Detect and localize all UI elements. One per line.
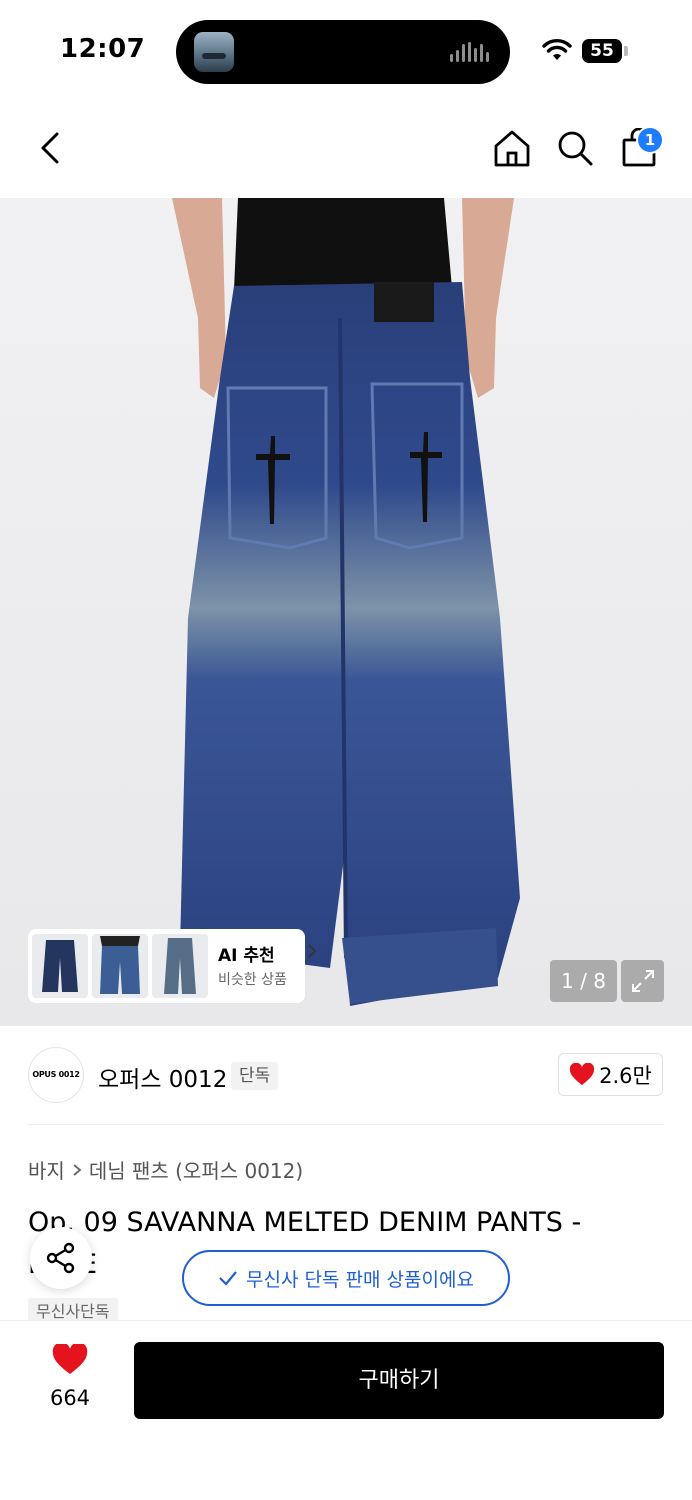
jeans-photo <box>172 198 520 1006</box>
top-navigation <box>0 100 692 198</box>
chevron-right-icon <box>308 944 317 958</box>
battery-icon: 55 <box>582 39 622 63</box>
home-icon <box>494 130 530 167</box>
brand-name[interactable]: 오퍼스 0012 <box>98 1060 227 1094</box>
share-icon <box>46 1242 75 1274</box>
home-button[interactable] <box>490 126 534 170</box>
wifi-icon <box>542 39 572 60</box>
search-button[interactable] <box>553 126 597 170</box>
cart-count-badge: 1 <box>636 126 664 154</box>
exclusive-toast: 무신사 단독 판매 상품이에요 <box>182 1250 510 1306</box>
audio-waveform-icon <box>450 42 489 62</box>
heart-icon <box>570 1062 595 1085</box>
ai-recommend-title: AI 추천 <box>218 946 275 966</box>
ai-thumbnail-3 <box>152 934 208 998</box>
back-button[interactable] <box>28 126 72 170</box>
breadcrumb: 바지 데님 팬츠 (오퍼스 0012) <box>28 1155 303 1184</box>
battery-cap <box>624 46 628 56</box>
now-playing-artwork <box>194 32 234 72</box>
toast-text: 무신사 단독 판매 상품이에요 <box>246 1268 474 1291</box>
ai-recommend-card[interactable]: AI 추천 비슷한 상품 <box>28 929 317 1003</box>
brand-like-button[interactable]: 2.6만 <box>558 1053 663 1096</box>
status-bar: 12:07 55 <box>0 0 692 100</box>
heart-icon <box>52 1342 88 1374</box>
status-time: 12:07 <box>60 34 146 64</box>
breadcrumb-category[interactable]: 바지 <box>28 1155 65 1184</box>
chevron-left-icon <box>41 132 59 164</box>
share-button[interactable] <box>30 1227 92 1289</box>
expand-image-button[interactable] <box>621 960 664 1002</box>
brand-like-count: 2.6만 <box>599 1063 652 1088</box>
ai-recommend-subtitle: 비슷한 상품 <box>218 972 287 988</box>
product-image[interactable] <box>0 198 692 1026</box>
search-icon <box>558 131 593 166</box>
ai-thumbnail-1 <box>32 934 88 998</box>
wishlist-count: 664 <box>49 1386 91 1410</box>
dynamic-island[interactable] <box>176 20 510 84</box>
brand-logo[interactable]: OPUS 0012 <box>28 1047 84 1103</box>
buy-button[interactable]: 구매하기 <box>134 1342 664 1419</box>
expand-icon <box>631 970 654 992</box>
check-icon <box>219 1271 237 1286</box>
chevron-right-icon <box>73 1163 82 1176</box>
breadcrumb-subcategory[interactable]: 데님 팬츠 (오퍼스 0012) <box>89 1155 303 1184</box>
exclusive-badge: 단독 <box>231 1062 279 1090</box>
battery-level: 55 <box>590 41 614 61</box>
image-pager: 1 / 8 <box>550 960 617 1002</box>
ai-thumbnail-2 <box>92 934 148 998</box>
divider <box>28 1124 664 1125</box>
